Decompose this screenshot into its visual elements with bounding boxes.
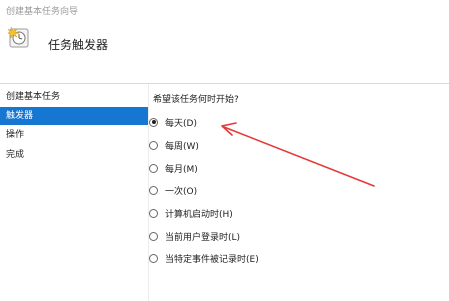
option-label: 每周(W) — [165, 141, 199, 152]
option-at-logon[interactable]: 当前用户登录时(L) — [149, 228, 240, 244]
task-scheduler-icon — [8, 26, 29, 48]
radio-button[interactable] — [149, 231, 158, 241]
radio-button[interactable] — [149, 208, 158, 218]
header: 任务触发器 — [0, 22, 449, 83]
question-label: 希望该任务何时开始? — [153, 95, 239, 105]
option-label: 当前用户登录时(L) — [165, 232, 241, 243]
title-bar: 创建基本任务向导 — [0, 0, 449, 22]
wizard-window: 创建基本任务向导 任务触发器 创建基本任务 触发器 操作 完成 希望该任务何时开… — [0, 0, 449, 301]
option-on-event[interactable]: 当特定事件被记录时(E) — [149, 250, 259, 266]
radio-button[interactable] — [149, 140, 158, 150]
option-label: 每月(M) — [165, 164, 198, 175]
option-label: 每天(D) — [165, 118, 197, 129]
option-once[interactable]: 一次(O) — [149, 182, 197, 198]
page-title: 任务触发器 — [48, 38, 109, 52]
radio-button[interactable] — [149, 163, 158, 173]
option-label: 当特定事件被记录时(E) — [165, 254, 259, 265]
option-weekly[interactable]: 每周(W) — [149, 137, 199, 153]
window-title: 创建基本任务向导 — [6, 7, 79, 17]
trigger-panel: 希望该任务何时开始? 每天(D) 每周(W) 每月(M) 一次(O) 计算机启动… — [149, 84, 449, 301]
radio-button[interactable] — [149, 117, 158, 127]
radio-button[interactable] — [149, 185, 158, 195]
option-label: 计算机启动时(H) — [165, 209, 233, 220]
sidebar-item-finish[interactable]: 完成 — [0, 146, 148, 164]
sidebar-item-action[interactable]: 操作 — [0, 126, 148, 144]
option-at-startup[interactable]: 计算机启动时(H) — [149, 205, 233, 221]
option-monthly[interactable]: 每月(M) — [149, 160, 198, 176]
option-daily[interactable]: 每天(D) — [149, 114, 197, 130]
sidebar-item-trigger[interactable]: 触发器 — [0, 107, 148, 125]
option-label: 一次(O) — [165, 186, 198, 197]
sidebar-item-create-basic-task[interactable]: 创建基本任务 — [0, 88, 148, 106]
radio-button[interactable] — [149, 253, 158, 263]
wizard-steps-sidebar: 创建基本任务 触发器 操作 完成 — [0, 84, 148, 301]
